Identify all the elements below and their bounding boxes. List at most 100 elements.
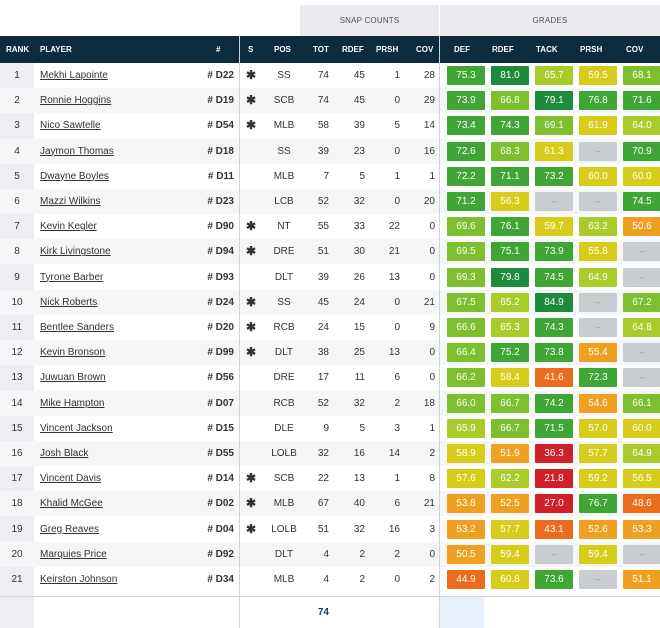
starter-icon: ✱: [245, 521, 257, 536]
player-name-link[interactable]: Kevin Bronson: [40, 340, 105, 365]
header-tot[interactable]: TOT: [313, 36, 329, 63]
player-name-link[interactable]: Marquies Price: [40, 542, 107, 567]
header-rank[interactable]: RANK: [6, 36, 29, 63]
player-name-link[interactable]: Mazzi Wilkins: [40, 189, 101, 214]
jersey-number: # D11: [207, 170, 234, 182]
player-name-link[interactable]: Juwuan Brown: [40, 365, 106, 390]
grade-prsh-cell: –: [579, 141, 617, 161]
starter-icon: [240, 441, 262, 466]
grade-cov-cell: 60.0: [623, 418, 660, 438]
player-name-link[interactable]: Mekhi Lapointe: [40, 63, 108, 88]
rank-cell: 19: [11, 523, 23, 535]
snap-prsh-cell: 6: [394, 498, 400, 510]
table-row: 13 Juwuan Brown # D56 DRE 17 11 6 0 66.2 58.4 41.6…: [0, 365, 660, 390]
header-rdef[interactable]: RDEF: [342, 36, 364, 63]
header-prsh[interactable]: PRSH: [376, 36, 398, 63]
table-header-row: RANK PLAYER # S POS TOT RDEF PRSH COV DE…: [0, 36, 660, 63]
snap-prsh-cell: 6: [394, 372, 400, 384]
grade-rdef-cell: 75.1: [491, 242, 529, 262]
grade-tack-cell: 43.1: [535, 519, 573, 539]
rank-cell: 15: [11, 422, 23, 434]
snap-prsh-cell: 2: [394, 397, 400, 409]
starter-icon: ✱: [245, 320, 257, 334]
rank-cell: 11: [11, 322, 23, 333]
jersey-number: # D02: [207, 498, 234, 510]
snap-rdef-cell: 5: [359, 170, 365, 182]
header-grade-cov[interactable]: COV: [626, 36, 643, 63]
snap-prsh-cell: 13: [388, 271, 400, 283]
snap-cov-cell: 28: [423, 70, 435, 81]
player-name-link[interactable]: Josh Black: [40, 441, 88, 466]
snap-cov-cell: 9: [429, 322, 435, 333]
snap-prsh-cell: 0: [394, 196, 400, 207]
jersey-number: # D54: [207, 120, 234, 132]
grade-rdef-cell: 65.3: [491, 318, 529, 337]
player-name-link[interactable]: Greg Reaves: [40, 517, 99, 542]
grade-rdef-cell: 74.3: [491, 116, 529, 136]
header-grade-prsh[interactable]: PRSH: [580, 36, 602, 63]
grade-tack-cell: 21.8: [535, 469, 573, 489]
grade-rdef-cell: 75.2: [491, 343, 529, 363]
snap-tot-cell: 39: [317, 145, 329, 157]
header-grade-rdef[interactable]: RDEF: [492, 36, 514, 63]
player-name-link[interactable]: Kirk Livingstone: [40, 239, 111, 264]
player-name-link[interactable]: Keirston Johnson: [40, 567, 117, 592]
player-name-link[interactable]: Tyrone Barber: [40, 265, 103, 290]
grade-prsh-cell: 54.6: [579, 393, 617, 413]
player-name-link[interactable]: Ronnie Hoggins: [40, 88, 111, 113]
rank-cell: 17: [11, 473, 23, 485]
jersey-number: # D94: [207, 246, 234, 258]
player-name-link[interactable]: Vincent Jackson: [40, 416, 113, 441]
grade-def-cell: 58.9: [447, 444, 485, 463]
header-grade-def[interactable]: DEF: [454, 36, 470, 63]
grade-cov-cell: 56.5: [623, 469, 660, 489]
player-name-link[interactable]: Nick Roberts: [40, 290, 97, 315]
player-name-link[interactable]: Khalid McGee: [40, 491, 103, 516]
player-name-link[interactable]: Kevin Kegler: [40, 214, 97, 239]
snap-prsh-cell: 13: [388, 347, 400, 359]
snap-prsh-cell: 0: [394, 145, 400, 157]
table-footer: 74: [0, 596, 660, 628]
position-cell: SS: [277, 296, 291, 308]
snap-rdef-cell: 30: [353, 246, 365, 258]
player-name-link[interactable]: Bentlee Sanders: [40, 315, 114, 340]
header-player[interactable]: PLAYER: [40, 36, 72, 63]
player-name-link[interactable]: Vincent Davis: [40, 466, 101, 491]
grade-rdef-cell: 60.8: [491, 570, 529, 589]
jersey-number: # D04: [207, 523, 234, 535]
grade-rdef-cell: 62.2: [491, 469, 529, 489]
grade-prsh-cell: 76.7: [579, 494, 617, 514]
grade-prsh-cell: 72.3: [579, 368, 617, 388]
grade-cov-cell: 64.9: [623, 444, 660, 463]
grade-tack-cell: 61.3: [535, 141, 573, 161]
rank-cell: 6: [14, 196, 20, 207]
header-starter[interactable]: S: [248, 36, 253, 63]
header-number[interactable]: #: [216, 36, 220, 63]
table-row: 19 Greg Reaves # D04 ✱ LOLB 51 32 16 3 53.2 57.7 43…: [0, 517, 660, 542]
grade-rdef-cell: 81.0: [491, 66, 529, 85]
grade-cov-cell: –: [623, 242, 660, 262]
player-name-link[interactable]: Jaymon Thomas: [40, 139, 114, 164]
table-row: 14 Mike Hampton # D07 RCB 52 32 2 18 66.0 66.7 74.…: [0, 390, 660, 416]
player-name-link[interactable]: Dwayne Boyles: [40, 164, 109, 189]
starter-icon: ✱: [245, 93, 257, 108]
snap-rdef-cell: 32: [353, 523, 365, 535]
header-position[interactable]: POS: [274, 36, 291, 63]
snap-rdef-cell: 40: [353, 498, 365, 510]
snap-prsh-cell: 0: [394, 296, 400, 308]
player-name-link[interactable]: Nico Sawtelle: [40, 113, 101, 138]
snap-cov-cell: 3: [429, 523, 435, 535]
header-cov[interactable]: COV: [416, 36, 433, 63]
grade-prsh-cell: 76.8: [579, 91, 617, 111]
table-row: 17 Vincent Davis # D14 ✱ SCB 22 13 1 8 57.6 62.2 21…: [0, 466, 660, 491]
player-name-link[interactable]: Mike Hampton: [40, 391, 104, 416]
snap-rdef-cell: 45: [353, 95, 365, 107]
grade-def-cell: 75.3: [447, 66, 485, 85]
grade-cov-cell: –: [623, 343, 660, 363]
position-cell: SS: [277, 70, 291, 81]
position-cell: SCB: [273, 95, 295, 107]
snap-tot-cell: 45: [317, 296, 329, 308]
snap-rdef-cell: 2: [359, 574, 365, 585]
snap-cov-cell: 29: [423, 95, 435, 107]
header-grade-tack[interactable]: TACK: [536, 36, 558, 63]
